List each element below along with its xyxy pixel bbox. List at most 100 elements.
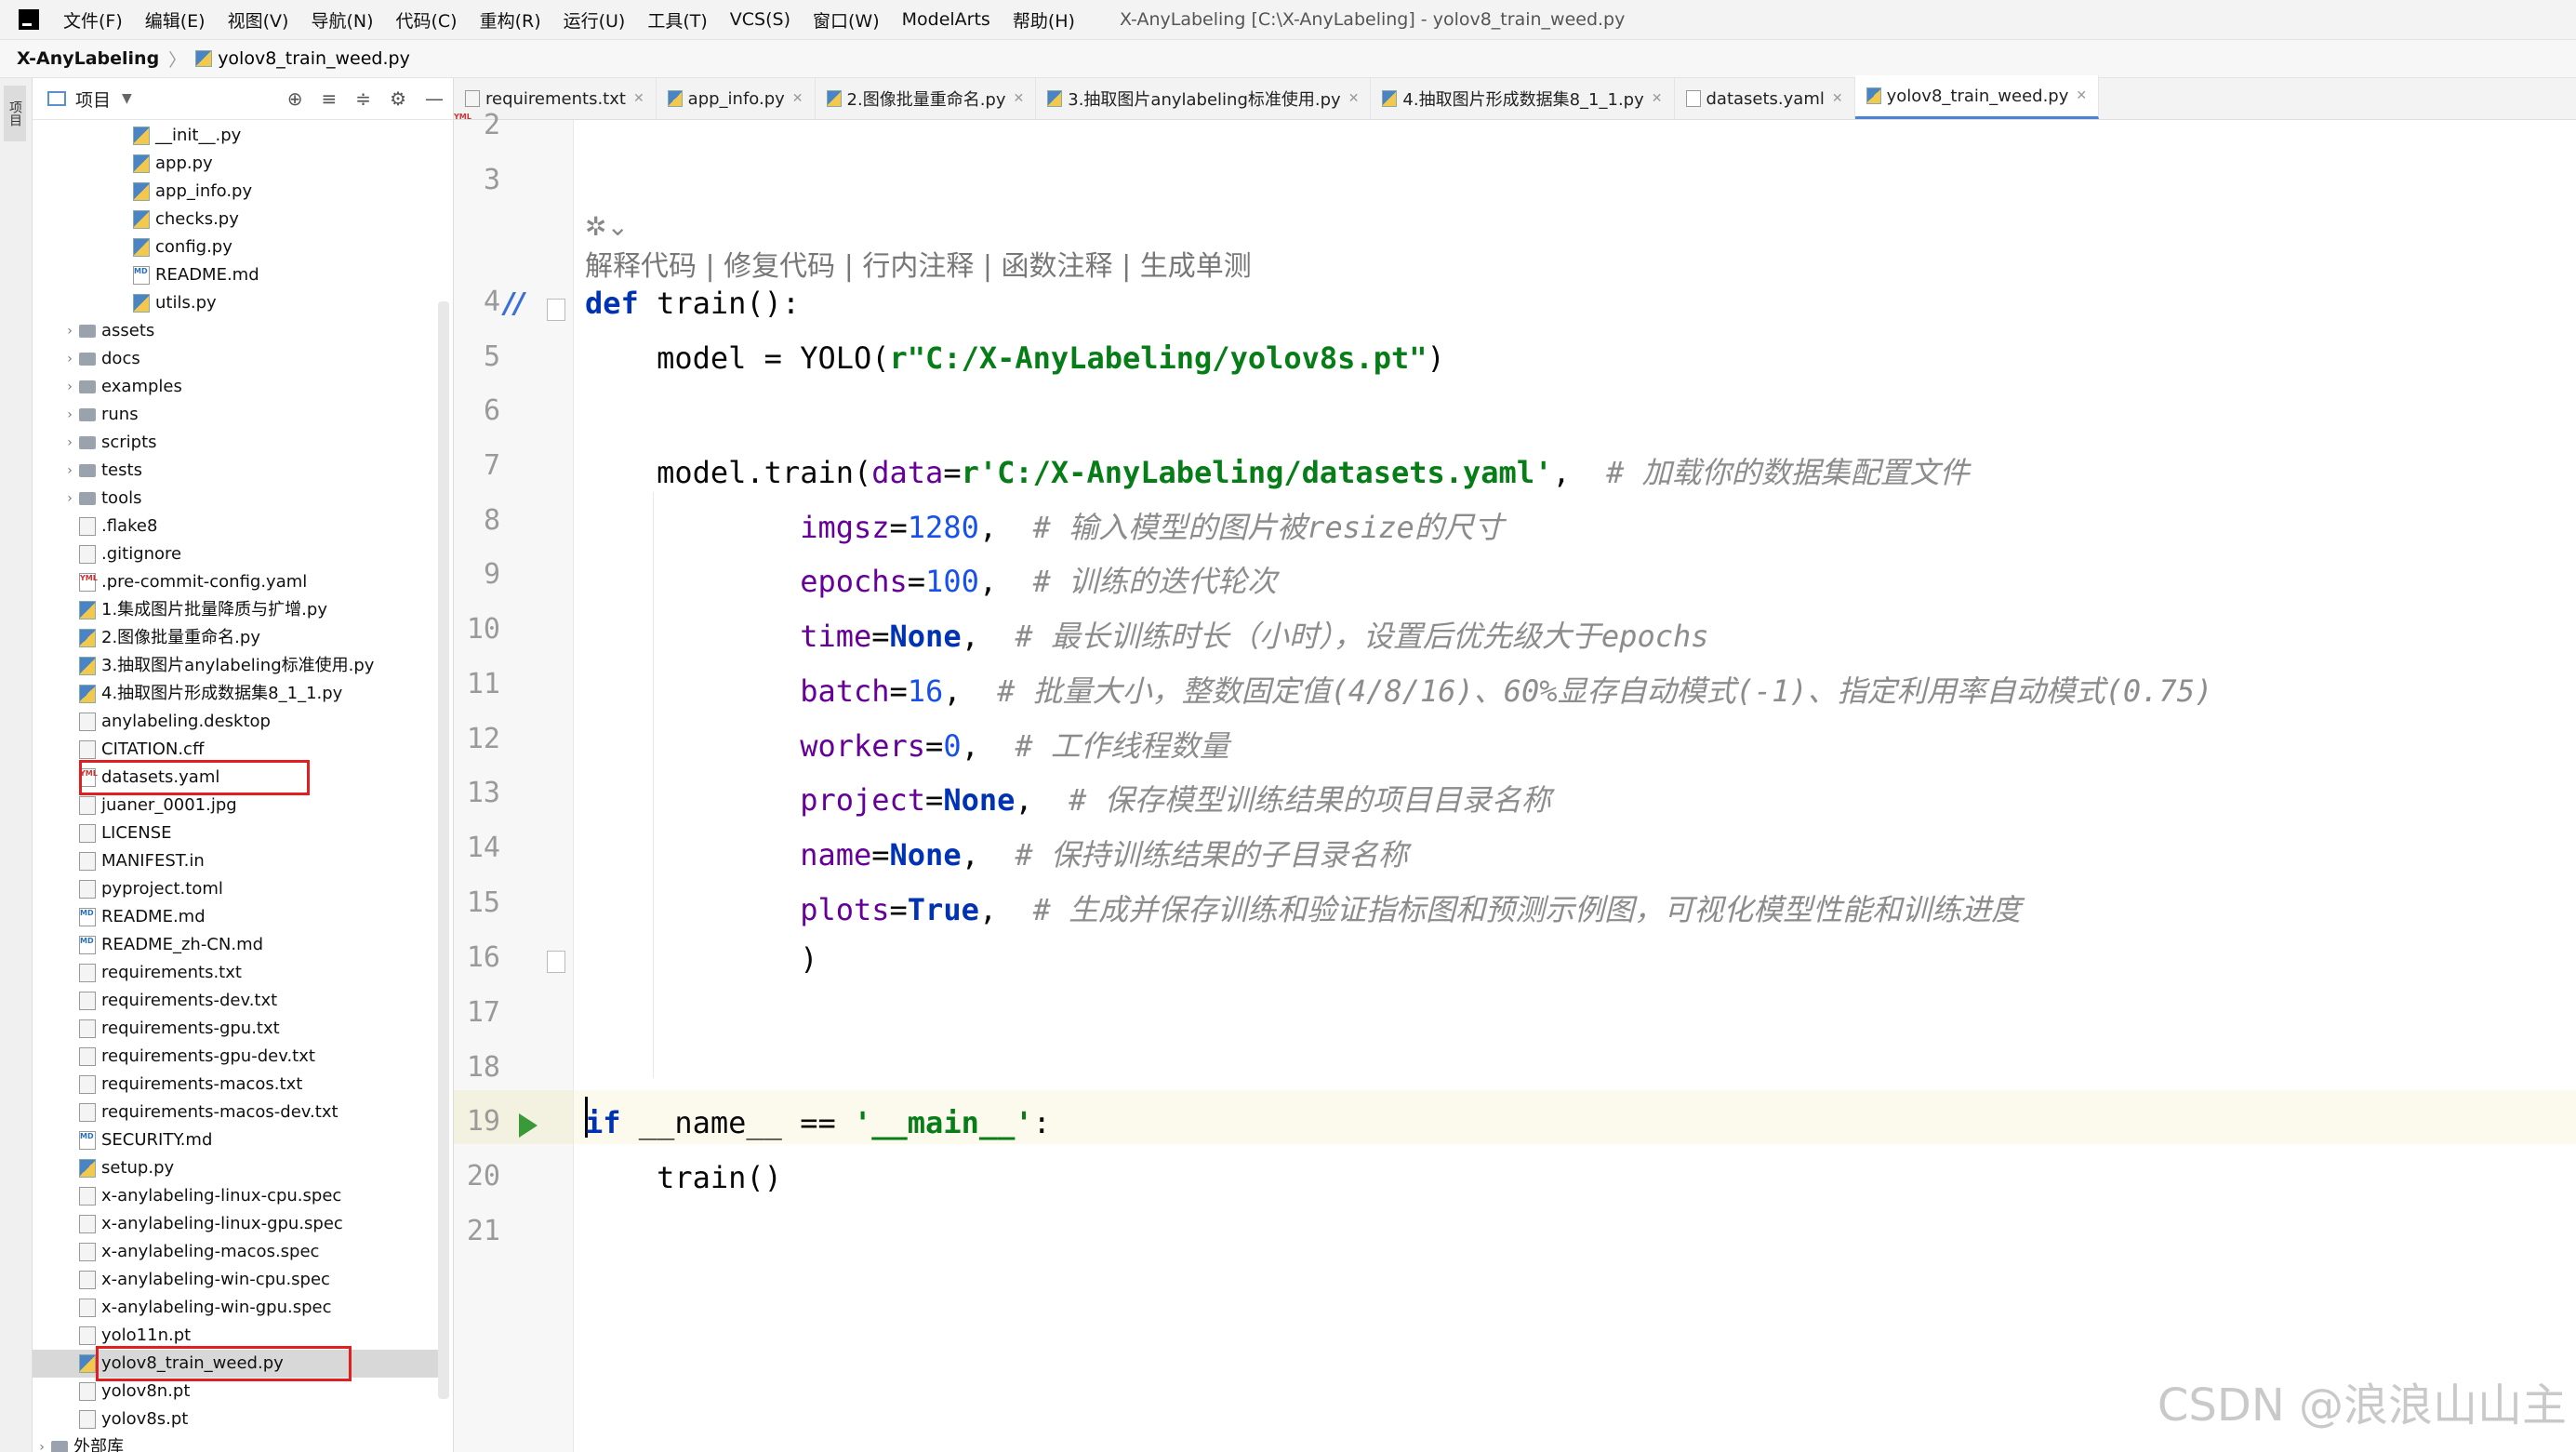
line-number[interactable]: 3 — [454, 164, 500, 196]
menu-file[interactable]: 文件(F) — [63, 7, 123, 33]
line-number[interactable]: 13 — [454, 777, 500, 809]
line-number[interactable]: 7 — [454, 449, 500, 482]
tree-folder[interactable]: › tests — [33, 457, 442, 485]
close-icon[interactable]: ✕ — [2076, 88, 2087, 103]
tree-file[interactable]: yolov8s.pt — [33, 1405, 442, 1433]
close-icon[interactable]: ✕ — [633, 91, 644, 106]
fold-icon[interactable] — [547, 299, 565, 321]
editor-tab[interactable]: app_info.py ✕ — [657, 78, 816, 119]
project-tool-tab[interactable]: 项目 — [4, 86, 26, 141]
line-number[interactable]: 8 — [454, 504, 500, 537]
breadcrumb-project[interactable]: X-AnyLabeling — [17, 48, 159, 69]
tree-file[interactable]: README.md — [33, 899, 442, 931]
tree-file[interactable]: .flake8 — [33, 513, 442, 540]
tree-file[interactable]: README.md — [33, 258, 442, 289]
editor-tab[interactable]: yolov8_train_weed.py ✕ — [1854, 75, 2100, 119]
tree-file[interactable]: x-anylabeling-macos.spec — [33, 1238, 442, 1266]
line-number[interactable]: 21 — [454, 1215, 500, 1247]
tree-file[interactable]: 3.抽取图片anylabeling标准使用.py — [33, 652, 442, 680]
fold-icon[interactable] — [547, 951, 565, 973]
line-number[interactable]: 18 — [454, 1051, 500, 1084]
menu-vcs[interactable]: VCS(S) — [730, 9, 790, 30]
close-icon[interactable]: ✕ — [792, 91, 803, 106]
tree-file[interactable]: requirements-macos.txt — [33, 1071, 442, 1099]
tree-file[interactable]: requirements.txt — [33, 959, 442, 987]
line-number[interactable]: 14 — [454, 832, 500, 864]
tree-file[interactable]: __init__.py — [33, 122, 442, 150]
line-number[interactable]: 9 — [454, 558, 500, 591]
tree-file[interactable]: x-anylabeling-linux-cpu.spec — [33, 1182, 442, 1210]
project-tree-scrollbar[interactable] — [438, 301, 449, 1399]
tree-file[interactable]: SECURITY.md — [33, 1123, 442, 1154]
tree-file[interactable]: pyproject.toml — [33, 875, 442, 903]
menu-run[interactable]: 运行(U) — [564, 7, 626, 33]
tree-file[interactable]: setup.py — [33, 1154, 442, 1182]
close-icon[interactable]: ✕ — [1348, 91, 1360, 106]
line-number[interactable]: 15 — [454, 886, 500, 919]
chevron-right-icon[interactable]: › — [60, 457, 79, 485]
menu-edit[interactable]: 编辑(E) — [145, 7, 206, 33]
tree-file[interactable]: checks.py — [33, 206, 442, 233]
tree-file[interactable]: 1.集成图片批量降质与扩增.py — [33, 596, 442, 624]
chevron-down-icon[interactable]: ▼ — [122, 91, 132, 106]
close-icon[interactable]: ✕ — [1652, 91, 1663, 106]
menu-refactor[interactable]: 重构(R) — [480, 7, 541, 33]
tree-folder[interactable]: › docs — [33, 345, 442, 373]
tree-file[interactable]: juaner_0001.jpg — [33, 792, 442, 819]
line-number[interactable]: 6 — [454, 394, 500, 427]
line-number[interactable]: 20 — [454, 1160, 500, 1192]
line-number[interactable]: 10 — [454, 613, 500, 646]
tree-folder[interactable]: › tools — [33, 485, 442, 513]
ai-assist-gutter-icon[interactable]: // — [504, 287, 524, 320]
breadcrumb-file[interactable]: yolov8_train_weed.py — [218, 48, 410, 69]
collapse-all-icon[interactable]: ≑ — [355, 87, 371, 110]
tree-file[interactable]: requirements-macos-dev.txt — [33, 1099, 442, 1126]
tree-file[interactable]: requirements-dev.txt — [33, 987, 442, 1015]
tree-folder[interactable]: › 外部库 — [33, 1433, 442, 1452]
tree-file[interactable]: anylabeling.desktop — [33, 708, 442, 736]
tree-file[interactable]: app_info.py — [33, 178, 442, 206]
chevron-right-icon[interactable]: › — [60, 373, 79, 401]
close-icon[interactable]: ✕ — [1832, 91, 1843, 106]
line-number[interactable]: 16 — [454, 941, 500, 974]
tree-file[interactable]: config.py — [33, 233, 442, 261]
menu-navigate[interactable]: 导航(N) — [311, 7, 373, 33]
tree-file[interactable]: yolov8n.pt — [33, 1378, 442, 1405]
tree-file[interactable]: utils.py — [33, 289, 442, 317]
tree-folder[interactable]: › scripts — [33, 429, 442, 457]
tree-file[interactable]: app.py — [33, 150, 442, 178]
tree-file[interactable]: README_zh-CN.md — [33, 927, 442, 959]
tree-file[interactable]: x-anylabeling-linux-gpu.spec — [33, 1210, 442, 1238]
project-panel-title[interactable]: 项目 — [75, 87, 111, 112]
menu-tools[interactable]: 工具(T) — [647, 7, 707, 33]
locate-icon[interactable]: ⊕ — [287, 87, 303, 110]
code-editor[interactable]: ✲⌄ 解释代码 | 修复代码 | 行内注释 | 函数注释 | 生成单测 def … — [574, 120, 2576, 1452]
tree-file[interactable]: .pre-commit-config.yaml — [33, 565, 442, 596]
line-number[interactable]: 19 — [454, 1105, 500, 1138]
editor-tab[interactable]: 2.图像批量重命名.py ✕ — [816, 78, 1037, 119]
editor-tab[interactable]: 4.抽取图片形成数据集8_1_1.py ✕ — [1371, 78, 1675, 119]
chevron-right-icon[interactable]: › — [60, 485, 79, 513]
tree-file[interactable]: 4.抽取图片形成数据集8_1_1.py — [33, 680, 442, 708]
ai-code-actions[interactable]: 解释代码 | 修复代码 | 行内注释 | 函数注释 | 生成单测 — [585, 243, 1252, 284]
tree-folder[interactable]: › assets — [33, 317, 442, 345]
menu-window[interactable]: 窗口(W) — [813, 7, 880, 33]
line-number[interactable]: 12 — [454, 723, 500, 755]
run-icon[interactable] — [519, 1113, 538, 1138]
tree-folder[interactable]: › examples — [33, 373, 442, 401]
menu-view[interactable]: 视图(V) — [228, 7, 289, 33]
editor-tab[interactable]: 3.抽取图片anylabeling标准使用.py ✕ — [1036, 78, 1372, 119]
chevron-right-icon[interactable]: › — [33, 1433, 51, 1452]
menu-help[interactable]: 帮助(H) — [1013, 7, 1075, 33]
chevron-right-icon[interactable]: › — [60, 401, 79, 429]
expand-all-icon[interactable]: ≡ — [322, 87, 338, 110]
tree-file[interactable]: requirements-gpu-dev.txt — [33, 1043, 442, 1071]
chevron-right-icon[interactable]: › — [60, 429, 79, 457]
tree-file[interactable]: x-anylabeling-win-gpu.spec — [33, 1294, 442, 1322]
hide-icon[interactable]: — — [425, 87, 444, 110]
menu-code[interactable]: 代码(C) — [395, 7, 457, 33]
gear-icon[interactable]: ⚙ — [390, 87, 406, 110]
line-number[interactable]: 11 — [454, 668, 500, 700]
tree-file[interactable]: LICENSE — [33, 819, 442, 847]
line-number[interactable]: 5 — [454, 340, 500, 373]
